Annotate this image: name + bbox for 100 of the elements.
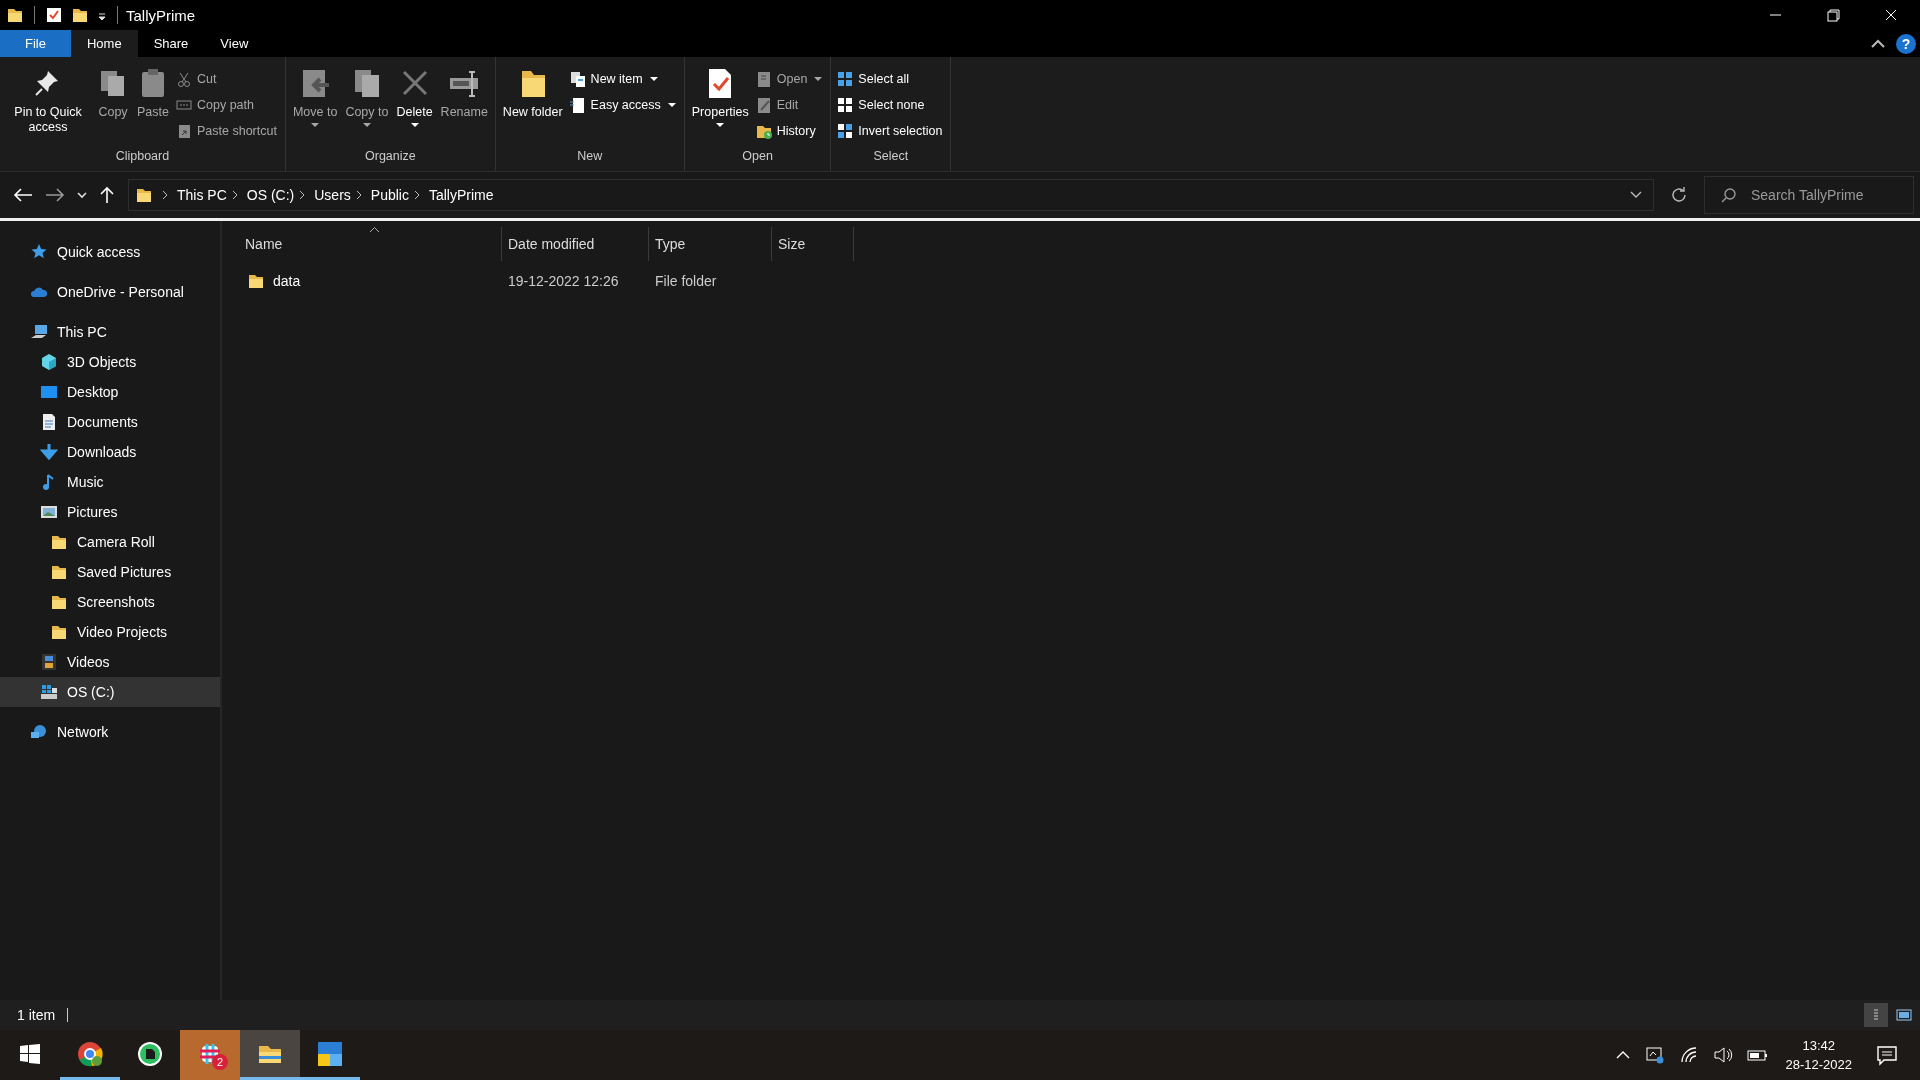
ribbon-group-label: Clipboard <box>114 149 171 165</box>
folder-icon <box>247 272 265 290</box>
chevron-icon <box>354 190 363 200</box>
ribbon-button[interactable]: Select all <box>837 69 943 89</box>
nav-item[interactable]: OneDrive - Personal <box>0 277 220 307</box>
scissors-icon <box>176 70 192 88</box>
caret-icon <box>410 122 419 128</box>
window-title: TallyPrime <box>126 6 196 24</box>
window-tile-icon <box>317 1040 343 1067</box>
nav-item[interactable]: Screenshots <box>0 587 220 617</box>
star-icon <box>30 243 48 261</box>
forward-arrow-icon[interactable] <box>44 186 66 204</box>
breadcrumb[interactable]: Public <box>370 187 409 203</box>
ribbon-tab[interactable]: View <box>204 30 265 57</box>
ribbon-group-label: Select <box>872 149 910 165</box>
folder-icon <box>6 6 24 24</box>
ribbon-button[interactable]: New item <box>569 69 676 89</box>
ribbon-button[interactable]: History <box>755 121 823 141</box>
folder-icon <box>50 533 68 551</box>
nav-item[interactable]: Documents <box>0 407 220 437</box>
chevron-icon <box>298 190 307 200</box>
caret-icon <box>649 76 658 82</box>
help-button[interactable]: ? <box>1896 33 1916 54</box>
ribbon-button[interactable]: Easy access <box>569 95 676 115</box>
up-arrow-icon[interactable] <box>98 186 116 204</box>
breadcrumb[interactable]: This PC <box>177 187 227 203</box>
item-count: 1 item <box>17 1007 56 1023</box>
computer-icon <box>30 323 48 341</box>
nav-item[interactable]: 3D Objects <box>0 347 220 377</box>
back-arrow-icon[interactable] <box>12 186 34 204</box>
nav-item[interactable]: OS (C:) <box>0 677 220 707</box>
elephant-icon <box>137 1040 163 1067</box>
taskbar-app-button[interactable] <box>240 1030 300 1080</box>
breadcrumb[interactable]: TallyPrime <box>428 187 494 203</box>
file-menu-tab[interactable]: File <box>0 30 71 57</box>
ribbon-tab[interactable]: Share <box>137 30 205 57</box>
desktop-icon <box>40 383 58 401</box>
column-header[interactable]: Type <box>649 227 772 261</box>
search-field[interactable]: Search TallyPrime <box>1704 176 1914 214</box>
network-icon <box>30 723 48 741</box>
ribbon-group-label: Organize <box>364 149 417 165</box>
file-name[interactable]: data <box>273 273 301 289</box>
new-item-icon <box>569 70 586 88</box>
drive-icon <box>40 683 58 701</box>
cube-icon <box>40 353 58 371</box>
nav-item[interactable]: Desktop <box>0 377 220 407</box>
ribbon-tab[interactable]: Home <box>70 30 138 57</box>
address-bar[interactable]: This PC OS (C:) Users Public TallyPrime <box>128 179 1654 211</box>
caret-icon <box>362 122 371 128</box>
folder-icon <box>50 623 68 641</box>
nav-item[interactable]: Network <box>0 717 220 747</box>
select-all-icon <box>837 70 854 88</box>
notifications-icon[interactable] <box>1876 1044 1898 1066</box>
nav-item[interactable]: Quick access <box>0 237 220 267</box>
easy-access-icon <box>569 96 586 114</box>
column-header[interactable]: Size <box>772 227 854 261</box>
nav-item[interactable]: Pictures <box>0 497 220 527</box>
folder-icon[interactable] <box>71 6 89 24</box>
clock-time: 13:42 <box>1802 1037 1835 1055</box>
ribbon-button[interactable]: New folder <box>499 61 566 149</box>
breadcrumb[interactable]: OS (C:) <box>246 187 295 203</box>
nav-item[interactable]: Downloads <box>0 437 220 467</box>
security-icon[interactable] <box>1644 1045 1665 1065</box>
sort-up-icon <box>370 227 379 232</box>
nav-item[interactable]: Video Projects <box>0 617 220 647</box>
folder-icon <box>50 563 68 581</box>
taskbar-app-button[interactable]: 2 <box>180 1030 240 1080</box>
nav-item[interactable]: Saved Pictures <box>0 557 220 587</box>
caret-icon <box>814 76 823 82</box>
nav-item[interactable]: Music <box>0 467 220 497</box>
refresh-icon[interactable] <box>1670 186 1688 204</box>
breadcrumb[interactable]: Users <box>314 187 351 203</box>
column-header[interactable]: Name <box>239 227 502 261</box>
caret-icon <box>667 102 676 108</box>
paste-shortcut-icon <box>176 122 192 140</box>
speaker-icon[interactable] <box>1712 1045 1733 1065</box>
open-icon <box>755 70 772 88</box>
wifi-icon[interactable] <box>1678 1045 1699 1065</box>
ribbon-button[interactable]: Properties <box>688 61 752 149</box>
search-input[interactable]: Search TallyPrime <box>1749 186 1893 204</box>
caret-icon <box>311 122 320 128</box>
clock-date: 28-12-2022 <box>1785 1056 1852 1074</box>
film-icon <box>40 653 58 671</box>
picture-icon <box>1896 1008 1912 1022</box>
edit-icon <box>755 96 772 114</box>
nav-item[interactable]: This PC <box>0 317 220 347</box>
ribbon-button[interactable]: Select none <box>837 95 943 115</box>
nav-item[interactable]: Camera Roll <box>0 527 220 557</box>
ribbon-button[interactable]: Invert selection <box>837 121 943 141</box>
caret-icon <box>716 122 725 128</box>
ribbon-button[interactable]: Delete <box>393 61 436 149</box>
dropdown-icon[interactable] <box>1629 190 1643 200</box>
nav-item[interactable]: Videos <box>0 647 220 677</box>
select-none-icon <box>837 96 854 114</box>
column-header[interactable]: Date modified <box>502 227 649 261</box>
checkmark-icon[interactable] <box>45 6 63 24</box>
ribbon-group-label: New <box>576 149 604 165</box>
ribbon-group-label: Open <box>741 149 774 165</box>
ribbon-button[interactable]: Pin to Quick access <box>4 61 92 149</box>
clock[interactable]: 13:42 28-12-2022 <box>1775 1030 1862 1080</box>
